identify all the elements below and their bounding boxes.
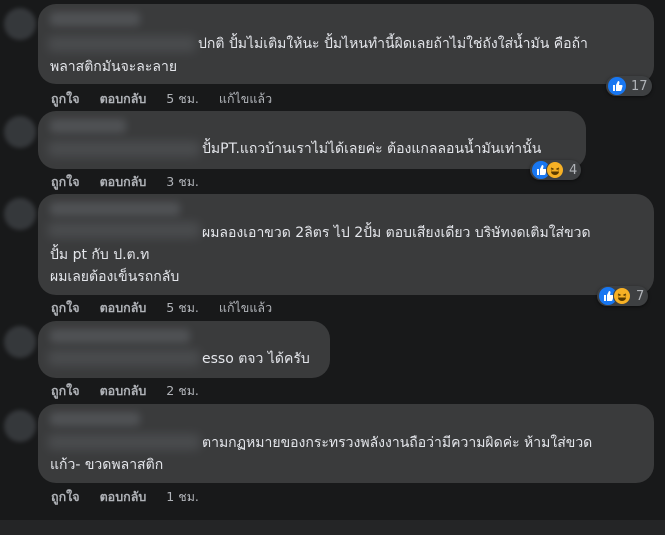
like-link[interactable]: ถูกใจ: [51, 300, 80, 315]
blurred-text: [48, 222, 200, 238]
like-link[interactable]: ถูกใจ: [51, 174, 80, 189]
author-name-blurred[interactable]: [50, 202, 180, 216]
comment-text-line: ปกติ ปั้มไม่เติมให้นะ ปั้มไหนทำนี้ผิดเลย…: [198, 36, 588, 52]
comment-bubble: ปกติ ปั้มไม่เติมให้นะ ปั้มไหนทำนี้ผิดเลย…: [38, 4, 654, 84]
reaction-count: 4: [569, 162, 578, 178]
laughing-face-icon: [546, 161, 564, 179]
reply-link[interactable]: ตอบกลับ: [100, 489, 147, 504]
comment-bubble: ผมลองเอาขวด 2ลิตร ไป 2ปั้ม ตอบเสียงเดียว…: [38, 194, 654, 295]
comment-actions: ถูกใจ ตอบกลับ 5 ชม. แก้ไขแล้ว: [51, 298, 288, 318]
timestamp[interactable]: 5 ชม.: [166, 91, 199, 106]
reply-link[interactable]: ตอบกลับ: [100, 300, 147, 315]
avatar[interactable]: [4, 8, 36, 40]
like-link[interactable]: ถูกใจ: [51, 91, 80, 106]
avatar[interactable]: [4, 198, 36, 230]
like-link[interactable]: ถูกใจ: [51, 489, 80, 504]
blurred-text: [48, 141, 200, 157]
avatar[interactable]: [4, 326, 36, 358]
blurred-text: [48, 350, 200, 366]
author-name-blurred[interactable]: [50, 119, 126, 133]
comment-bubble: ปั้มPT.แถวบ้านเราไม่ได้เลยค่ะ ต้องแกลลอน…: [38, 111, 586, 169]
comment-text-line: แก้ว- ขวดพลาสติก: [50, 457, 164, 473]
reaction-summary[interactable]: 7: [597, 286, 649, 306]
timestamp[interactable]: 3 ชม.: [166, 174, 199, 189]
comment-text-line: ปั้มPT.แถวบ้านเราไม่ได้เลยค่ะ ต้องแกลลอน…: [202, 141, 542, 157]
bottom-edge: [0, 520, 665, 535]
reply-link[interactable]: ตอบกลับ: [100, 91, 147, 106]
comment-actions: ถูกใจ ตอบกลับ 1 ชม.: [51, 487, 215, 507]
comment-bubble: ตามกฏหมายของกระทรวงพลังงานถือว่ามีความผิ…: [38, 404, 654, 483]
comment-actions: ถูกใจ ตอบกลับ 2 ชม.: [51, 381, 215, 401]
comment-actions: ถูกใจ ตอบกลับ 3 ชม.: [51, 172, 215, 192]
author-name-blurred[interactable]: [50, 412, 140, 426]
comment-text-line: esso ตจว ได้ครับ: [202, 351, 310, 367]
timestamp[interactable]: 2 ชม.: [166, 383, 199, 398]
comment-bubble: esso ตจว ได้ครับ: [38, 321, 330, 378]
reply-link[interactable]: ตอบกลับ: [100, 174, 147, 189]
timestamp[interactable]: 1 ชม.: [166, 489, 199, 504]
timestamp[interactable]: 5 ชม.: [166, 300, 199, 315]
comment-text-line: ตามกฏหมายของกระทรวงพลังงานถือว่ามีความผิ…: [202, 435, 593, 451]
comment-text-line: ปั้ม pt กับ ป.ต.ท: [50, 247, 150, 263]
blurred-text: [48, 434, 200, 450]
author-name-blurred[interactable]: [50, 12, 140, 26]
edited-label[interactable]: แก้ไขแล้ว: [219, 91, 272, 106]
comment-text-line: ผมเลยต้องเข็นรถกลับ: [50, 269, 180, 285]
reaction-summary[interactable]: 17: [606, 76, 652, 96]
like-link[interactable]: ถูกใจ: [51, 383, 80, 398]
thumbs-up-icon: [608, 77, 626, 95]
avatar[interactable]: [4, 116, 36, 148]
reaction-count: 7: [636, 288, 645, 304]
avatar[interactable]: [4, 410, 36, 442]
comment-text-line: พลาสติกมันจะละลาย: [50, 59, 178, 75]
comment-text-line: ผมลองเอาขวด 2ลิตร ไป 2ปั้ม ตอบเสียงเดียว…: [202, 225, 591, 241]
reply-link[interactable]: ตอบกลับ: [100, 383, 147, 398]
edited-label[interactable]: แก้ไขแล้ว: [219, 300, 272, 315]
comment-actions: ถูกใจ ตอบกลับ 5 ชม. แก้ไขแล้ว: [51, 89, 288, 109]
laughing-face-icon: [613, 287, 631, 305]
author-name-blurred[interactable]: [50, 329, 190, 343]
blurred-text: [48, 36, 196, 52]
reaction-summary[interactable]: 4: [530, 160, 582, 180]
reaction-count: 17: [631, 78, 648, 94]
